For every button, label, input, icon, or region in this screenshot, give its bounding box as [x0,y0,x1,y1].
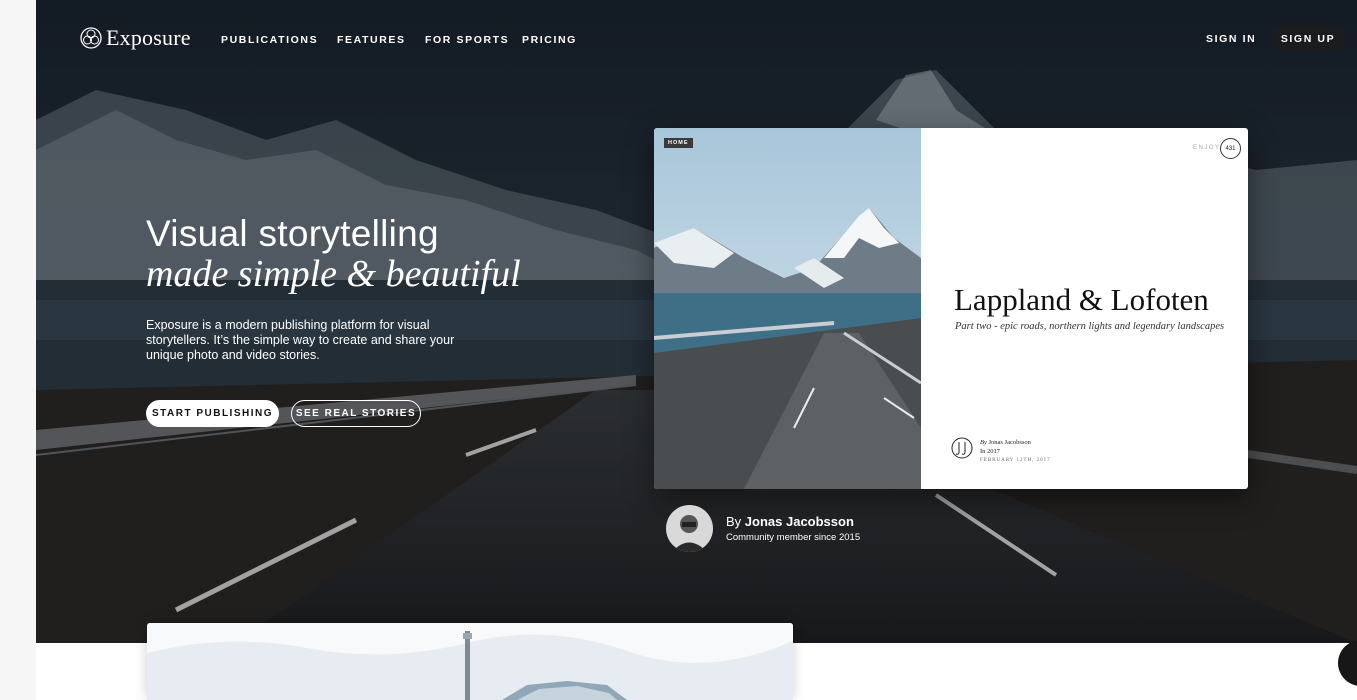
author-name-text: Jonas Jacobsson [744,514,854,529]
hero-description: Exposure is a modern publishing platform… [146,318,455,362]
enjoy-count-badge: 431 [1220,138,1241,159]
story-preview-card[interactable]: HOME ENJOY 431 Lappland & Lofoten Part t… [654,128,1248,489]
nav-pricing[interactable]: PRICING [522,34,577,46]
story-title: Lappland & Lofoten [954,282,1209,317]
see-real-stories-button[interactable]: SEE REAL STORIES [291,400,421,427]
nav-publications[interactable]: PUBLICATIONS [221,34,318,46]
nav-for-sports[interactable]: FOR SPORTS [425,34,509,46]
byline-year: In 2017 [980,448,1001,455]
featured-story-photo [147,623,793,700]
exposure-logo-icon [80,27,102,49]
author-member-since: Community member since 2015 [726,532,861,543]
enjoy-label: ENJOY [1193,145,1221,151]
author-avatar[interactable] [666,505,713,552]
story-subtitle: Part two - epic roads, northern lights a… [955,321,1225,332]
left-page-strip [0,0,36,700]
logo-text: Exposure [106,25,191,50]
hero-headline: Visual storytelling [146,213,439,254]
start-publishing-button[interactable]: START PUBLISHING [146,400,279,427]
byline-author: Jonas Jacobsson [988,439,1031,446]
story-byline: By Jonas Jacobsson In 2017 FEBRUARY 12TH… [980,438,1051,465]
sign-up-button[interactable]: SIGN UP [1271,26,1345,52]
author-prefix: By [726,514,742,529]
byline-by: By [980,439,987,446]
featured-story-card[interactable] [147,623,793,700]
home-tag: HOME [664,138,693,148]
sign-in-link[interactable]: SIGN IN [1206,33,1256,45]
hero-section: Exposure PUBLICATIONS FEATURES FOR SPORT… [36,0,1357,643]
byline-date: FEBRUARY 12TH, 2017 [980,458,1051,463]
story-cover-photo [654,128,921,489]
exposure-logo[interactable]: Exposure [80,25,191,51]
author-name[interactable]: By Jonas Jacobsson [726,514,854,529]
author-avatar-image [666,505,713,552]
top-navigation: Exposure PUBLICATIONS FEATURES FOR SPORT… [36,0,1357,78]
hero-headline-italic: made simple & beautiful [146,253,521,295]
author-monogram-icon [951,437,973,459]
nav-features[interactable]: FEATURES [337,34,406,46]
